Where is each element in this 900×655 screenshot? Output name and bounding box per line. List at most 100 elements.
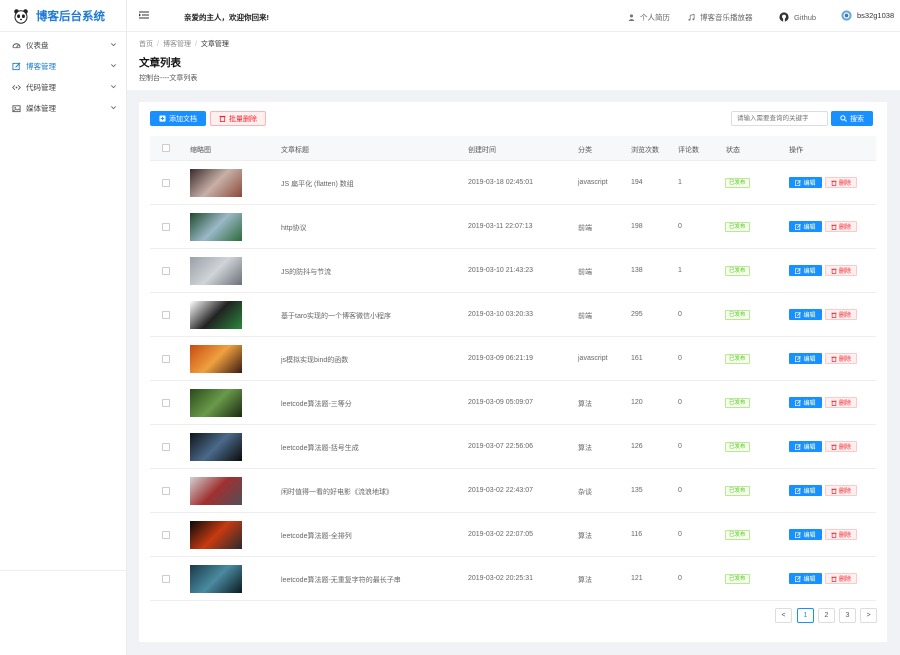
delete-button[interactable]: 删除: [825, 441, 857, 452]
article-title[interactable]: leetcode算法题-括号生成: [281, 443, 359, 453]
row-checkbox[interactable]: [162, 399, 170, 407]
page-button-1[interactable]: 1: [797, 608, 814, 623]
article-title[interactable]: leetcode算法题-全排列: [281, 531, 352, 541]
sidebar: 博客后台系统 仪表盘 博客管理 代码管理 媒体管理: [0, 0, 127, 655]
article-comments: 0: [678, 575, 682, 582]
page-header: 首页 / 博客管理 / 文章管理 文章列表 控制台----文章列表: [127, 32, 900, 90]
delete-button[interactable]: 删除: [825, 265, 857, 276]
article-views: 295: [631, 311, 643, 318]
article-thumbnail: [190, 169, 242, 197]
edit-label: 编辑: [803, 313, 816, 319]
user-menu[interactable]: bs32g1038: [841, 10, 894, 21]
edit-label: 编辑: [803, 225, 816, 231]
edit-icon: [795, 575, 802, 582]
row-checkbox[interactable]: [162, 179, 170, 187]
row-checkbox[interactable]: [162, 531, 170, 539]
chevron-down-icon: [111, 64, 116, 68]
article-title[interactable]: leetcode算法题-无重复字符的最长子串: [281, 575, 401, 585]
header-views: 浏览次数: [631, 147, 659, 154]
breadcrumb-home[interactable]: 首页: [139, 41, 153, 48]
edit-icon: [795, 399, 802, 406]
add-article-button[interactable]: 添加文档: [150, 111, 206, 126]
edit-button[interactable]: 编辑: [789, 309, 822, 320]
article-views: 194: [631, 179, 643, 186]
sidebar-item-code[interactable]: 代码管理: [0, 77, 126, 98]
edit-icon: [795, 487, 802, 494]
row-checkbox[interactable]: [162, 311, 170, 319]
search-label: 搜索: [850, 115, 864, 123]
chevron-down-icon: [111, 106, 116, 110]
edit-button[interactable]: 编辑: [789, 265, 822, 276]
delete-button[interactable]: 删除: [825, 309, 857, 320]
edit-button[interactable]: 编辑: [789, 485, 822, 496]
article-created: 2019-03-02 22:43:07: [468, 487, 533, 494]
article-title[interactable]: 闲时值得一看的好电影《流浪地球》: [281, 487, 393, 497]
table-row: leetcode算法题-三等分 2019-03-09 05:09:07 算法 120 0…: [150, 381, 876, 425]
select-all-checkbox[interactable]: [162, 144, 170, 152]
menu-toggle-icon[interactable]: [139, 10, 149, 20]
row-checkbox[interactable]: [162, 267, 170, 275]
github-link[interactable]: Github: [779, 12, 816, 22]
app-title: 博客后台系统: [36, 10, 105, 23]
page-button-2[interactable]: 2: [818, 608, 835, 623]
article-title[interactable]: JS的防抖与节流: [281, 267, 331, 277]
sidebar-item-label: 代码管理: [26, 83, 56, 92]
article-comments: 0: [678, 399, 682, 406]
search-icon: [840, 115, 847, 122]
sidebar-item-dashboard[interactable]: 仪表盘: [0, 35, 126, 56]
edit-button[interactable]: 编辑: [789, 441, 822, 452]
article-title[interactable]: js模拟实现bind的函数: [281, 355, 348, 365]
article-title[interactable]: http协议: [281, 223, 307, 233]
edit-button[interactable]: 编辑: [789, 397, 822, 408]
sidebar-item-label: 媒体管理: [26, 104, 56, 113]
edit-icon: [795, 443, 802, 450]
status-badge: 已发布: [725, 530, 750, 540]
article-category: 算法: [578, 533, 592, 540]
sidebar-item-media[interactable]: 媒体管理: [0, 98, 126, 119]
chevron-down-icon: [111, 43, 116, 47]
status-badge: 已发布: [725, 442, 750, 452]
trash-icon: [831, 400, 837, 406]
edit-label: 编辑: [803, 533, 816, 539]
edit-button[interactable]: 编辑: [789, 573, 822, 584]
article-title[interactable]: JS 扁平化 (flatten) 数组: [281, 179, 354, 189]
delete-button[interactable]: 删除: [825, 485, 857, 496]
trash-icon: [831, 532, 837, 538]
header-status: 状态: [726, 147, 740, 154]
delete-button[interactable]: 删除: [825, 573, 857, 584]
row-checkbox[interactable]: [162, 443, 170, 451]
delete-button[interactable]: 删除: [825, 397, 857, 408]
edit-button[interactable]: 编辑: [789, 177, 822, 188]
article-category: 算法: [578, 401, 592, 408]
edit-button[interactable]: 编辑: [789, 529, 822, 540]
delete-button[interactable]: 删除: [825, 177, 857, 188]
prev-page-button[interactable]: <: [775, 608, 792, 623]
row-checkbox[interactable]: [162, 223, 170, 231]
music-player-link[interactable]: 博客音乐播放器: [688, 12, 753, 23]
page-button-3[interactable]: 3: [839, 608, 856, 623]
batch-delete-button[interactable]: 批量删除: [210, 111, 266, 126]
article-title[interactable]: leetcode算法题-三等分: [281, 399, 352, 409]
row-checkbox[interactable]: [162, 487, 170, 495]
resume-link[interactable]: 个人简历: [628, 12, 670, 23]
logo[interactable]: 博客后台系统: [0, 0, 126, 32]
edit-button[interactable]: 编辑: [789, 221, 822, 232]
search-button[interactable]: 搜索: [831, 111, 873, 126]
breadcrumb-section[interactable]: 博客管理: [163, 41, 191, 48]
delete-button[interactable]: 删除: [825, 529, 857, 540]
avatar: [841, 10, 852, 21]
music-icon: [688, 14, 695, 21]
next-page-button[interactable]: >: [860, 608, 877, 623]
search-input[interactable]: [731, 111, 828, 126]
article-title[interactable]: 基于taro实现的一个博客微信小程序: [281, 311, 391, 321]
delete-button[interactable]: 删除: [825, 221, 857, 232]
article-category: 前端: [578, 225, 592, 232]
row-checkbox[interactable]: [162, 575, 170, 583]
edit-button[interactable]: 编辑: [789, 353, 822, 364]
chevron-down-icon: [111, 85, 116, 89]
sidebar-item-blog[interactable]: 博客管理: [0, 56, 126, 77]
article-created: 2019-03-18 02:45:01: [468, 179, 533, 186]
row-checkbox[interactable]: [162, 355, 170, 363]
page-title: 文章列表: [139, 57, 181, 69]
delete-button[interactable]: 删除: [825, 353, 857, 364]
